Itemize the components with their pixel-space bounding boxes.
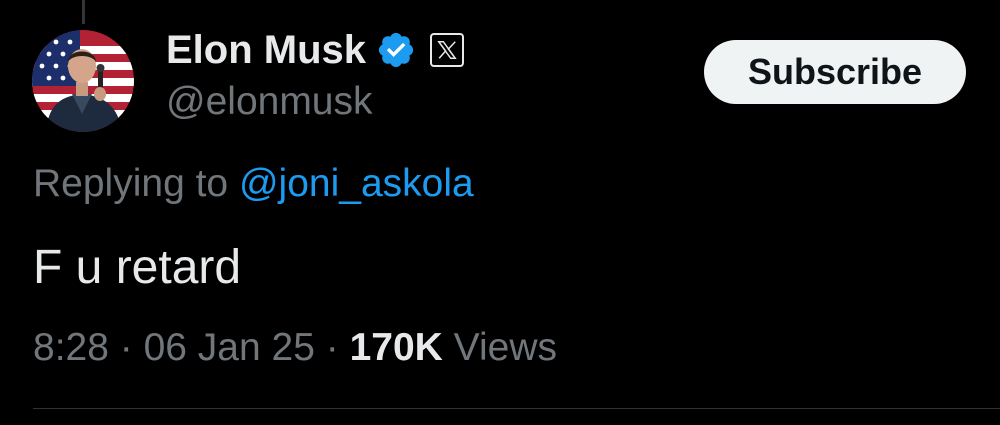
x-logo-icon-svg (437, 41, 457, 59)
views-label: Views (453, 326, 557, 369)
views-count[interactable]: 170K (350, 326, 443, 369)
verified-badge-icon-svg (378, 32, 414, 68)
meta-separator: · (325, 326, 339, 369)
author-name-row: Elon Musk (166, 26, 465, 74)
divider (33, 408, 1000, 409)
meta-separator: · (119, 326, 133, 369)
replying-to-line: Replying to @joni_askola (33, 162, 474, 206)
tweet-meta: 8:28 · 06 Jan 25 · 170K Views (33, 326, 557, 370)
replying-to-prefix: Replying to (33, 162, 229, 205)
tweet-date[interactable]: 06 Jan 25 (144, 326, 315, 369)
x-logo-icon[interactable] (430, 33, 465, 67)
reply-target-link[interactable]: @joni_askola (239, 162, 474, 205)
avatar-image (32, 30, 134, 132)
author-handle[interactable]: @elonmusk (166, 80, 373, 124)
verified-badge-icon[interactable] (376, 30, 416, 70)
tweet-text: F u retard (33, 241, 242, 294)
tweet-time[interactable]: 8:28 (33, 326, 109, 369)
thread-connector-line (82, 0, 85, 24)
display-name[interactable]: Elon Musk (166, 28, 366, 73)
avatar[interactable] (32, 30, 134, 132)
subscribe-button[interactable]: Subscribe (704, 40, 966, 104)
